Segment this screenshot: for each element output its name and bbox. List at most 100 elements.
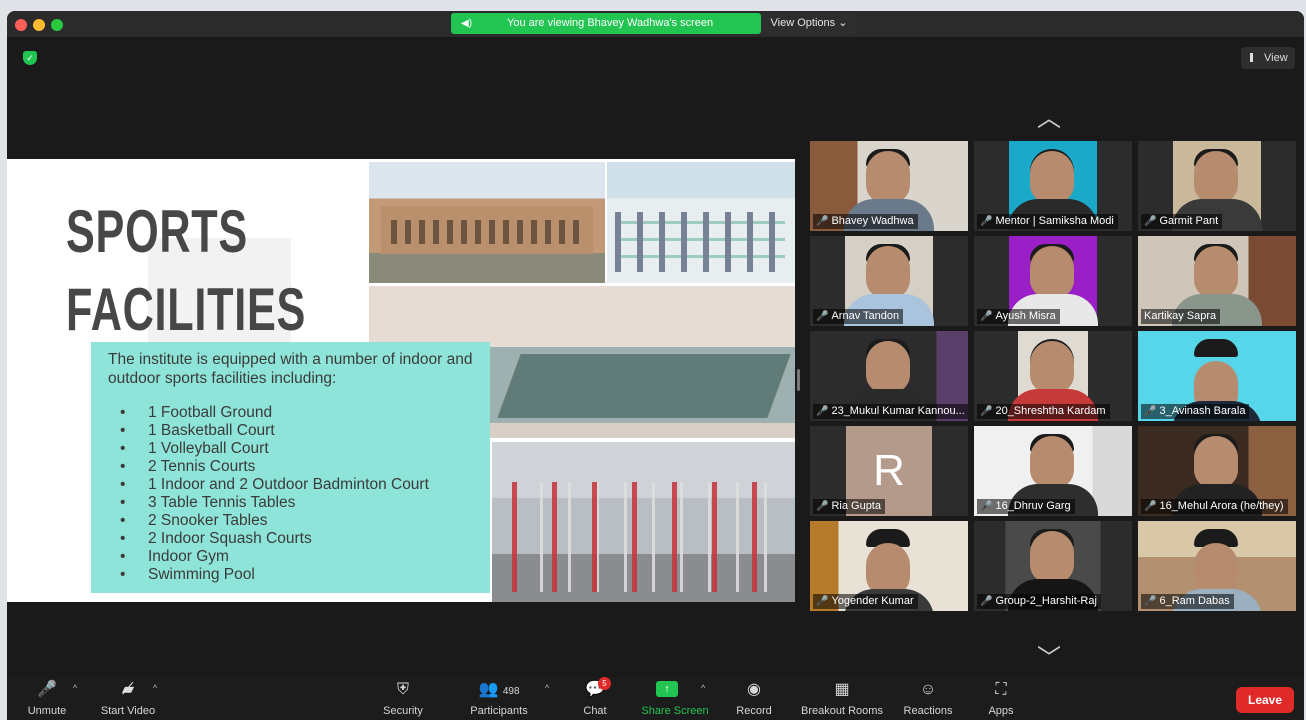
participant-tile[interactable]: 🎤 16_Dhruv Garg <box>974 426 1132 516</box>
record-icon: ◉ <box>747 681 761 698</box>
participant-name: 🎤 Ria Gupta <box>813 499 885 514</box>
encryption-shield-icon[interactable]: ✓ <box>23 51 37 65</box>
record-button[interactable]: ◉ Record <box>729 677 779 720</box>
participant-name: 🎤 Group-2_Harshit-Raj <box>977 594 1101 609</box>
participant-name: 🎤 Ayush Misra <box>977 309 1060 324</box>
list-item: 1 Football Ground <box>108 404 429 422</box>
close-window-button[interactable] <box>15 19 27 31</box>
participant-name: 🎤 Bhavey Wadhwa <box>813 214 918 229</box>
audio-options-caret-icon[interactable]: ^ <box>73 683 77 693</box>
participant-name: 🎤 Yogender Kumar <box>813 594 918 609</box>
chat-unread-badge: 5 <box>598 677 611 690</box>
breakout-rooms-button[interactable]: ▦ Breakout Rooms <box>797 677 887 720</box>
participant-tile[interactable]: 🎤 20_Shreshtha Kardam <box>974 331 1132 421</box>
shared-screen-slide: SPORTS FACILITIES The institute is equip… <box>7 159 795 602</box>
screen-share-banner: ◀) You are viewing Bhavey Wadhwa's scree… <box>451 13 761 34</box>
participant-tile[interactable]: 🎤 3_Avinash Barala <box>1138 331 1296 421</box>
participant-tile[interactable]: 🎤 Garmit Pant <box>1138 141 1296 231</box>
start-video-label: Start Video <box>100 705 156 717</box>
zoom-window-button[interactable] <box>51 19 63 31</box>
muted-mic-icon: 🎤 <box>1144 501 1157 512</box>
muted-mic-icon: 🎤 <box>37 681 57 698</box>
muted-mic-icon: 🎤 <box>816 501 829 512</box>
view-options-dropdown[interactable]: View Options ⌄ <box>761 13 857 34</box>
participant-tile[interactable]: 🎤 Ayush Misra <box>974 236 1132 326</box>
view-options-label: View Options <box>770 17 836 29</box>
facilities-list: 1 Football Ground 1 Basketball Court 1 V… <box>108 404 429 584</box>
participants-label: Participants <box>470 705 528 717</box>
participant-tile[interactable]: 🎤 16_Mehul Arora (he/they) <box>1138 426 1296 516</box>
apps-button[interactable]: ⛶ Apps <box>979 677 1023 720</box>
gallery-scroll-up-icon[interactable]: ︿ <box>1037 98 1061 133</box>
start-video-button[interactable]: ▰̸ Start Video <box>95 677 161 720</box>
participant-name: 🎤 Mentor | Samiksha Modi <box>977 214 1118 229</box>
chevron-down-icon: ⌄ <box>838 17 848 29</box>
reactions-label: Reactions <box>903 705 953 717</box>
muted-mic-icon: 🎤 <box>980 406 993 417</box>
chat-button[interactable]: 💬 5 Chat <box>575 677 615 720</box>
security-label: Security <box>383 705 423 717</box>
gym-photo <box>492 442 795 602</box>
participant-tile[interactable]: 🎤 Group-2_Harshit-Raj <box>974 521 1132 611</box>
title-bar: ◀) You are viewing Bhavey Wadhwa's scree… <box>7 11 1304 37</box>
muted-mic-icon: 🎤 <box>816 406 829 417</box>
speaker-view-icon <box>1250 53 1261 62</box>
reactions-button[interactable]: ☺ Reactions <box>899 677 957 720</box>
participant-tile[interactable]: R 🎤 Ria Gupta <box>810 426 968 516</box>
screen-share-banner-text: You are viewing Bhavey Wadhwa's screen <box>507 17 714 29</box>
minimize-window-button[interactable] <box>33 19 45 31</box>
participants-button[interactable]: 👥 498 Participants <box>463 677 535 720</box>
view-button-label: View <box>1264 52 1288 64</box>
participant-name: Kartikay Sapra <box>1141 309 1221 324</box>
participant-name: 🎤 16_Mehul Arora (he/they) <box>1141 499 1288 514</box>
video-options-caret-icon[interactable]: ^ <box>153 683 157 693</box>
unmute-button[interactable]: 🎤 Unmute <box>19 677 75 720</box>
security-button[interactable]: ⛨ Security <box>375 677 431 720</box>
participant-tile[interactable]: 🎤 23_Mukul Kumar Kannou... <box>810 331 968 421</box>
shield-icon: ⛨ <box>396 681 409 698</box>
participant-tile[interactable]: 🎤 Bhavey Wadhwa <box>810 141 968 231</box>
list-item: 2 Tennis Courts <box>108 458 429 476</box>
muted-mic-icon: 🎤 <box>816 311 829 322</box>
breakout-rooms-icon: ▦ <box>834 681 850 698</box>
view-button[interactable]: View <box>1241 47 1295 69</box>
facilities-intro: The institute is equipped with a number … <box>108 351 473 387</box>
list-item: Indoor Gym <box>108 548 429 566</box>
list-item: 1 Basketball Court <box>108 422 429 440</box>
list-item: 3 Table Tennis Tables <box>108 494 429 512</box>
reactions-icon: ☺ <box>919 681 937 698</box>
participant-name: 🎤 20_Shreshtha Kardam <box>977 404 1110 419</box>
breakout-rooms-label: Breakout Rooms <box>801 705 883 717</box>
muted-mic-icon: 🎤 <box>980 311 993 322</box>
participant-name: 🎤 3_Avinash Barala <box>1141 404 1250 419</box>
muted-mic-icon: 🎤 <box>1144 596 1157 607</box>
participant-tile[interactable]: 🎤 Yogender Kumar <box>810 521 968 611</box>
active-speaker-tile[interactable]: Kartikay Sapra <box>1138 236 1296 326</box>
meeting-toolbar: 🎤 Unmute ^ ▰̸ Start Video ^ ⛨ Security 👥… <box>7 677 1304 720</box>
split-view-drag-handle[interactable] <box>797 369 800 391</box>
muted-mic-icon: 🎤 <box>980 216 993 227</box>
gallery-scroll-down-icon[interactable]: ﹀ <box>1037 638 1061 673</box>
unmute-label: Unmute <box>27 705 67 717</box>
muted-mic-icon: 🎤 <box>1144 216 1157 227</box>
muted-mic-icon: 🎤 <box>980 501 993 512</box>
participants-icon: 👥 498 <box>478 681 520 698</box>
participant-tile[interactable]: 🎤 6_Ram Dabas <box>1138 521 1296 611</box>
participant-name: 🎤 23_Mukul Kumar Kannou... <box>813 404 968 419</box>
apps-label: Apps <box>988 705 1014 717</box>
participants-options-caret-icon[interactable]: ^ <box>545 683 549 693</box>
apps-icon: ⛶ <box>995 681 1007 698</box>
video-off-icon: ▰̸ <box>121 681 135 698</box>
list-item: 1 Volleyball Court <box>108 440 429 458</box>
participant-name: 🎤 6_Ram Dabas <box>1141 594 1234 609</box>
share-options-caret-icon[interactable]: ^ <box>701 683 705 693</box>
chat-label: Chat <box>583 705 607 717</box>
campus-building-photo <box>369 162 605 283</box>
participant-tile[interactable]: 🎤 Mentor | Samiksha Modi <box>974 141 1132 231</box>
speaker-icon: ◀) <box>461 18 473 29</box>
leave-button[interactable]: Leave <box>1236 687 1294 713</box>
participant-tile[interactable]: 🎤 Arnav Tandon <box>810 236 968 326</box>
facilities-info-box: The institute is equipped with a number … <box>91 342 490 593</box>
share-screen-label: Share Screen <box>641 705 709 717</box>
participants-count: 498 <box>502 686 520 697</box>
